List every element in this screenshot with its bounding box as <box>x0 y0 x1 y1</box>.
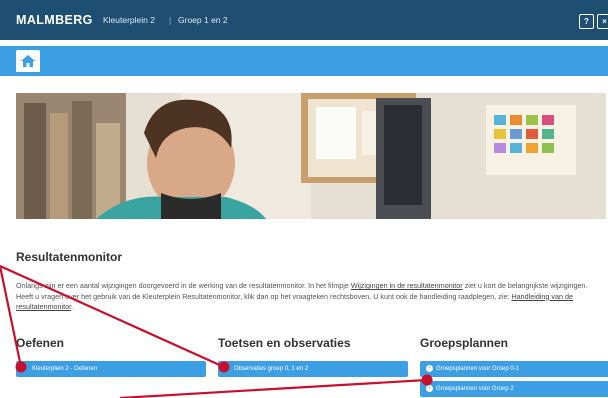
annotation-dot-observaties <box>218 361 230 373</box>
annotation-dot-oefenen <box>15 361 27 373</box>
annotation-overlay <box>0 264 433 398</box>
annotation-line-observaties <box>0 264 225 369</box>
annotation-line-groepsplannen <box>119 378 428 398</box>
annotation-dot-groepsplannen <box>421 374 433 386</box>
annotation-line-oefenen <box>0 265 23 368</box>
